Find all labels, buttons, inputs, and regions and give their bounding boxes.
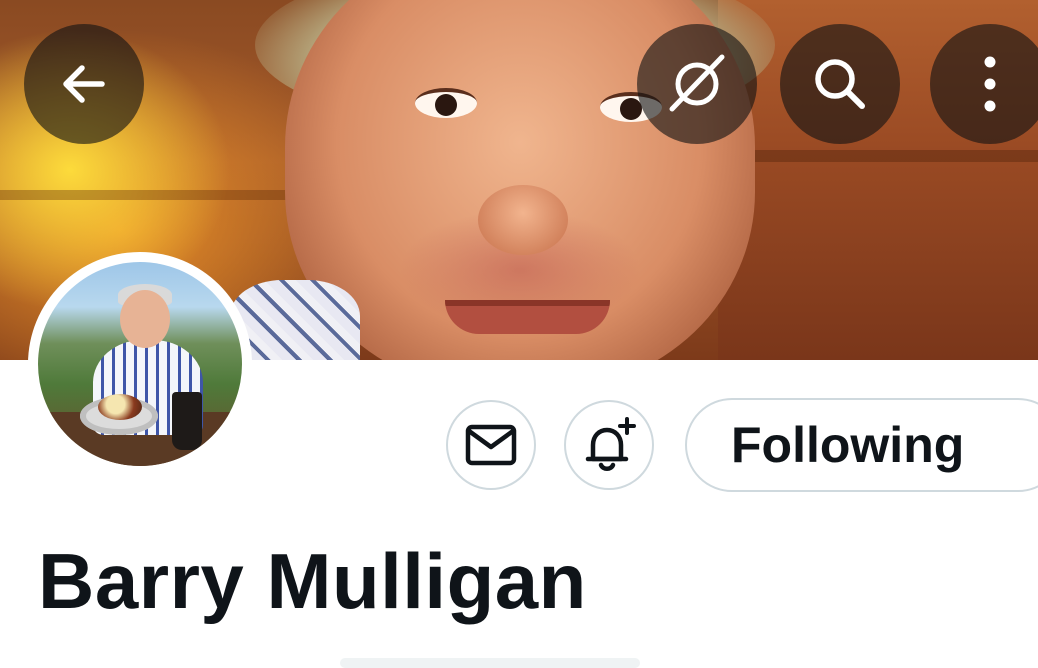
following-button[interactable]: Following: [685, 398, 1038, 492]
avatar-photo: [38, 262, 242, 466]
profile-avatar[interactable]: [28, 252, 252, 476]
back-button[interactable]: [24, 24, 144, 144]
banner-nose: [478, 185, 568, 255]
grok-button[interactable]: [637, 24, 757, 144]
avatar-cup: [172, 392, 202, 450]
notifications-button[interactable]: [564, 400, 654, 490]
avatar-person-head: [120, 290, 170, 348]
banner-bench-stripe: [0, 190, 300, 200]
next-section-edge: [340, 658, 640, 668]
banner-mouth: [445, 300, 610, 334]
message-button[interactable]: [446, 400, 536, 490]
avatar-food: [98, 394, 142, 420]
search-button[interactable]: [780, 24, 900, 144]
arrow-left-icon: [63, 65, 105, 103]
banner-wall-stripe: [718, 150, 1038, 162]
bell-plus-icon: [585, 417, 636, 471]
grok-slash-icon: [669, 54, 725, 112]
banner-left-eye: [415, 88, 477, 118]
more-vertical-icon: [984, 56, 996, 112]
more-options-button[interactable]: [930, 24, 1038, 144]
mail-icon: [465, 424, 517, 466]
search-icon: [815, 59, 865, 109]
following-label: Following: [731, 417, 965, 473]
display-name: Barry Mulligan: [38, 537, 587, 625]
